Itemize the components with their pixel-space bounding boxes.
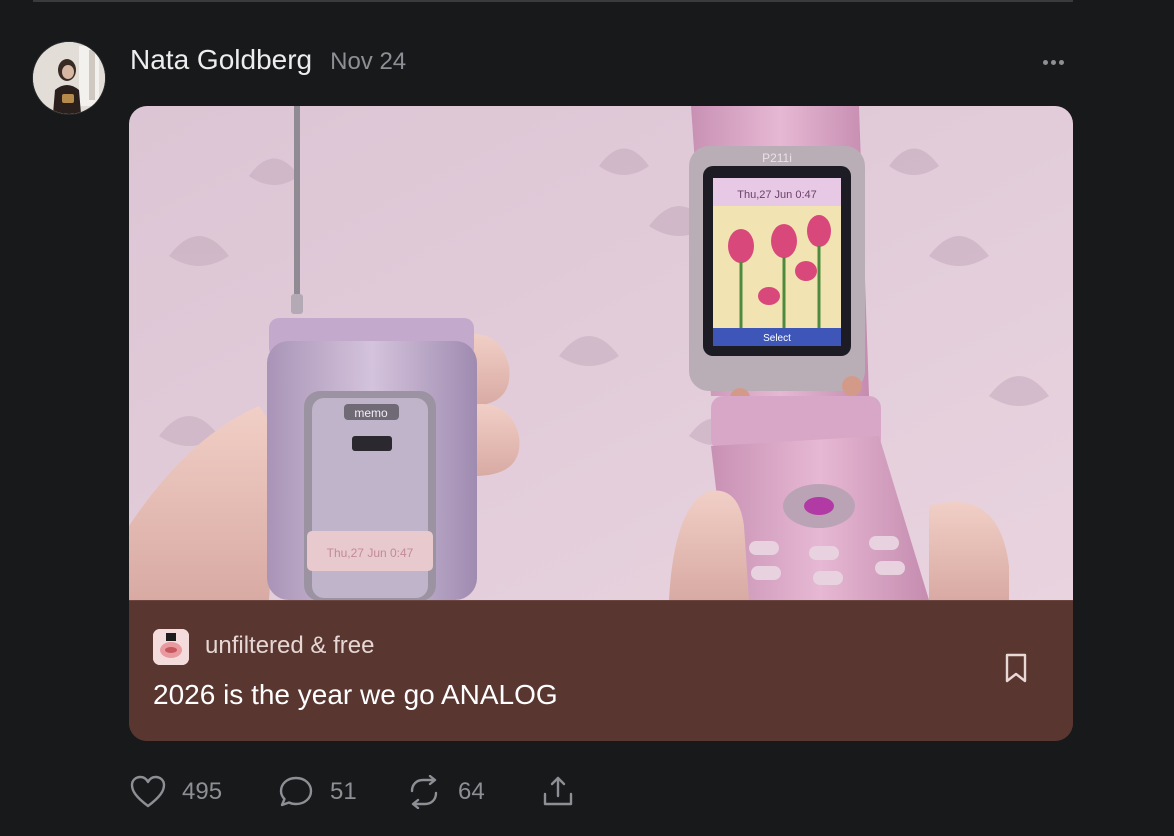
right-phone-softkey: Select (763, 333, 791, 344)
post-link-card[interactable]: memo Thu,27 Jun 0:47 P211i Thu,27 Jun 0:… (129, 106, 1073, 741)
publication-icon (153, 629, 189, 665)
top-divider (33, 0, 1073, 2)
more-horizontal-icon (1042, 59, 1048, 65)
post-card-footer: unfiltered & free 2026 is the year we go… (129, 600, 1073, 741)
like-count: 495 (182, 778, 223, 805)
post-image: memo Thu,27 Jun 0:47 P211i Thu,27 Jun 0:… (129, 106, 1073, 601)
comment-button[interactable]: 51 (278, 775, 406, 809)
restack-icon (410, 775, 438, 809)
post-actions: 495 51 64 (130, 772, 576, 812)
share-button[interactable] (540, 774, 576, 810)
right-phone-clock: Thu,27 Jun 0:47 (737, 189, 817, 201)
post-date[interactable]: Nov 24 (330, 48, 406, 76)
restack-button[interactable]: 64 (406, 775, 540, 809)
left-phone-clock: Thu,27 Jun 0:47 (327, 546, 414, 560)
share-icon (543, 776, 573, 806)
bookmark-button[interactable] (999, 651, 1033, 685)
more-options-button[interactable] (1036, 52, 1070, 72)
author-name[interactable]: Nata Goldberg (130, 44, 312, 76)
comment-count: 51 (330, 778, 357, 805)
restack-count: 64 (458, 778, 485, 805)
comment-icon (279, 776, 313, 807)
publication-name[interactable]: unfiltered & free (205, 632, 374, 660)
author-avatar[interactable] (33, 42, 105, 114)
post-header: Nata Goldberg Nov 24 (130, 44, 406, 84)
left-phone-memo: memo (354, 406, 388, 420)
post-title[interactable]: 2026 is the year we go ANALOG (153, 679, 558, 711)
like-button[interactable]: 495 (130, 775, 278, 809)
bookmark-icon (1005, 653, 1027, 683)
right-phone-model: P211i (762, 151, 792, 165)
heart-icon (130, 775, 166, 808)
